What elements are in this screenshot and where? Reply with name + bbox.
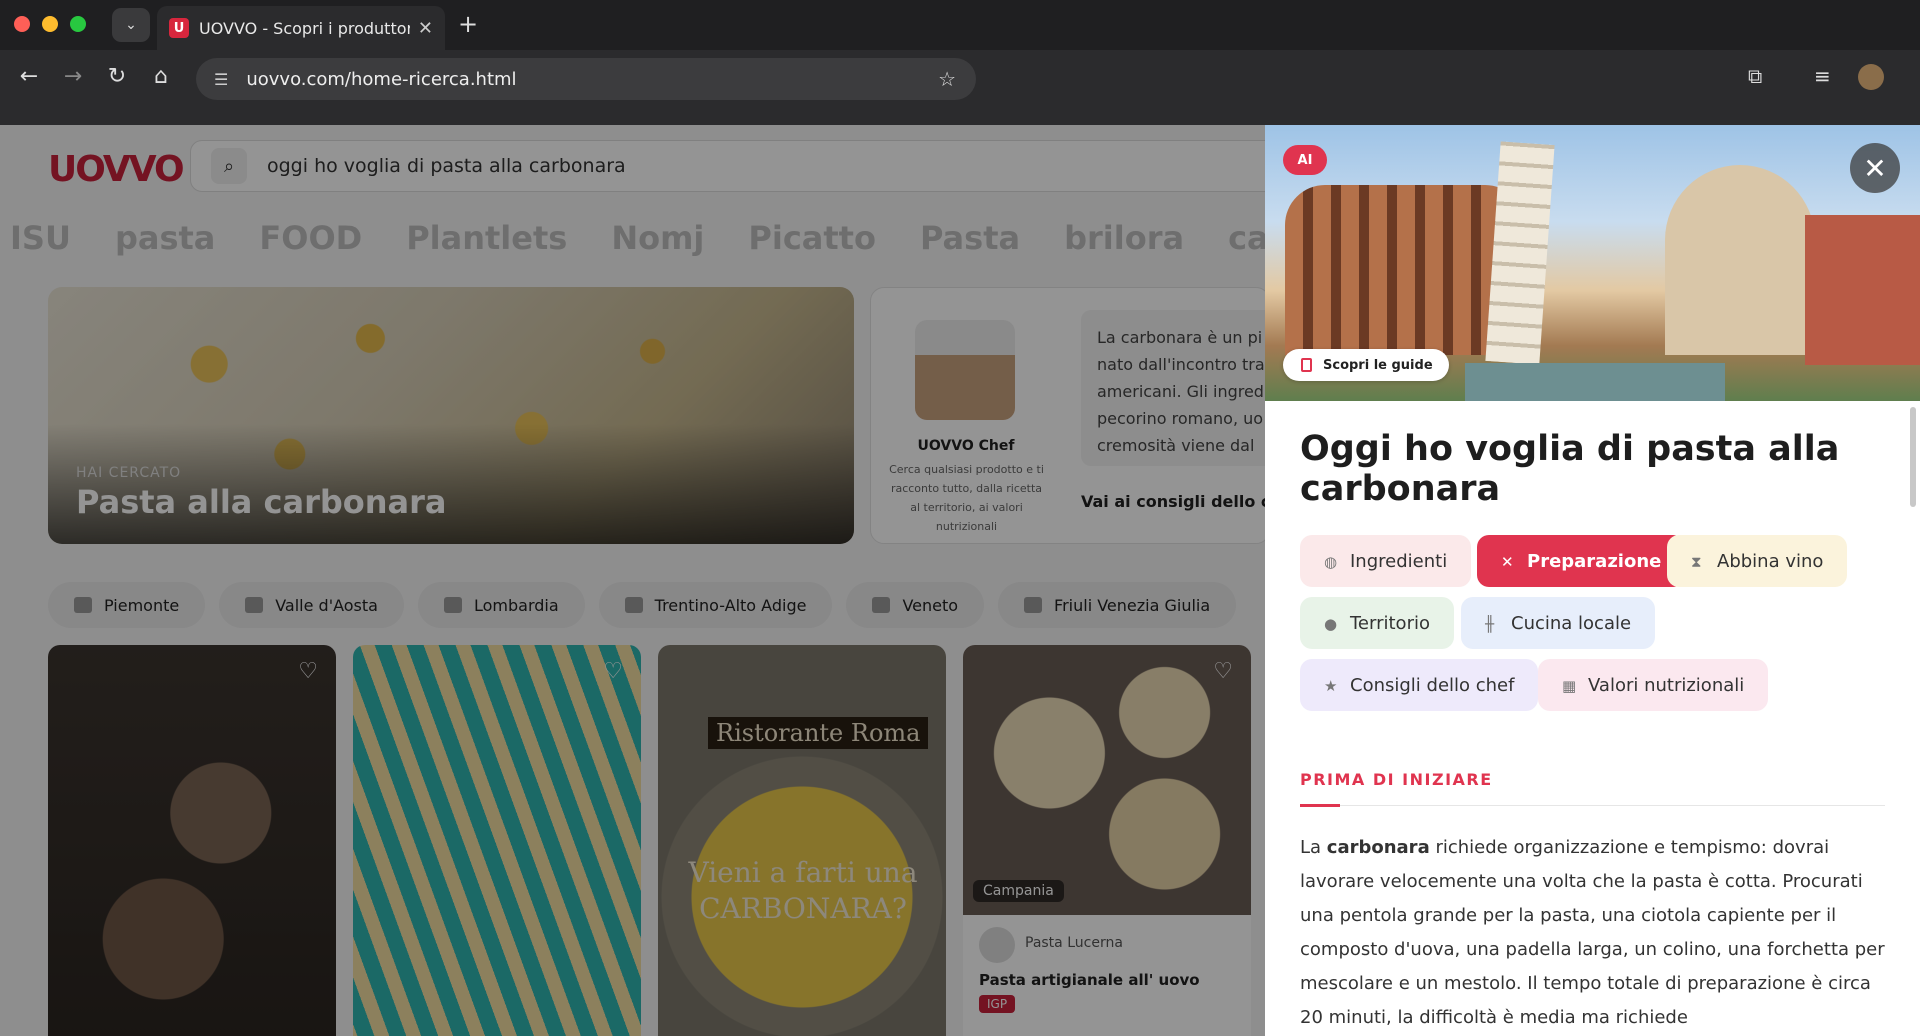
book-icon <box>1301 358 1312 372</box>
map-pin-icon: ● <box>1324 615 1338 633</box>
bookmark-star-icon[interactable]: ☆ <box>938 67 956 91</box>
forward-arrow-icon[interactable]: → <box>58 64 88 89</box>
page-content: UOVVO ⌕ oggi ho voglia di pasta alla car… <box>0 125 1920 1036</box>
fork-knife-icon: ╫ <box>1485 615 1495 633</box>
panel-title: Oggi ho voglia di pasta alla carbonara <box>1300 429 1840 509</box>
reading-list-icon[interactable]: ≡ <box>1814 64 1831 88</box>
profile-avatar[interactable] <box>1858 64 1884 90</box>
close-panel-button[interactable]: ✕ <box>1850 143 1900 193</box>
close-icon: ✕ <box>1863 151 1887 185</box>
close-tab-icon[interactable]: ✕ <box>418 18 433 39</box>
uovvo-favicon-icon: U <box>169 18 189 38</box>
recipe-body-text: La carbonara richiede organizzazione e t… <box>1300 837 1885 1028</box>
pill-valori-nutrizionali[interactable]: ▦ Valori nutrizionali <box>1538 659 1769 711</box>
pill-abbina-vino[interactable]: ⧗ Abbina vino <box>1667 535 1848 587</box>
guides-button[interactable]: Scopri le guide <box>1283 349 1449 381</box>
minimize-window-button[interactable] <box>42 16 58 32</box>
wine-glass-icon: ⧗ <box>1691 553 1702 571</box>
italy-landmarks-image: AI ✕ Scopri le guide <box>1265 125 1920 401</box>
ai-recipe-panel: AI ✕ Scopri le guide Oggi ho voglia di p… <box>1265 125 1920 1036</box>
extensions-icon[interactable]: ⧉ <box>1748 64 1762 88</box>
pill-territorio[interactable]: ● Territorio <box>1300 597 1454 649</box>
pill-preparazione[interactable]: ✕ Preparazione <box>1477 535 1686 587</box>
tab-bar: ⌄ U UOVVO - Scopri i produttori g ✕ + <box>0 0 1920 50</box>
star-icon: ★ <box>1324 677 1338 695</box>
browser-tab[interactable]: U UOVVO - Scopri i produttori g ✕ <box>157 6 445 50</box>
address-bar[interactable]: ☰ uovvo.com/home-ricerca.html ☆ <box>196 58 976 100</box>
chart-icon: ▦ <box>1562 677 1577 695</box>
pill-consigli-chef[interactable]: ★ Consigli dello chef <box>1300 659 1539 711</box>
pill-cucina-locale[interactable]: ╫ Cucina locale <box>1461 597 1656 649</box>
new-tab-icon[interactable]: + <box>458 10 478 38</box>
home-icon[interactable]: ⌂ <box>146 64 176 89</box>
ai-badge: AI <box>1283 145 1327 175</box>
utensils-cross-icon: ✕ <box>1501 553 1514 571</box>
pill-ingredienti[interactable]: ◍ Ingredienti <box>1300 535 1472 587</box>
maximize-window-button[interactable] <box>70 16 86 32</box>
modal-backdrop[interactable] <box>0 125 1265 1036</box>
chevron-down-icon: ⌄ <box>125 17 137 33</box>
globe-icon: ◍ <box>1324 553 1338 571</box>
close-window-button[interactable] <box>14 16 30 32</box>
panel-scrollbar[interactable] <box>1910 407 1916 507</box>
back-arrow-icon[interactable]: ← <box>14 64 44 89</box>
tab-title: UOVVO - Scopri i produttori g <box>199 18 410 38</box>
site-settings-icon[interactable]: ☰ <box>214 70 228 89</box>
url-text: uovvo.com/home-ricerca.html <box>246 68 517 90</box>
section-title: PRIMA DI INIZIARE <box>1300 770 1493 789</box>
tab-search-button[interactable]: ⌄ <box>112 8 150 42</box>
reload-icon[interactable]: ↻ <box>102 64 132 89</box>
browser-chrome: ⌄ U UOVVO - Scopri i produttori g ✕ + ← … <box>0 0 1920 125</box>
